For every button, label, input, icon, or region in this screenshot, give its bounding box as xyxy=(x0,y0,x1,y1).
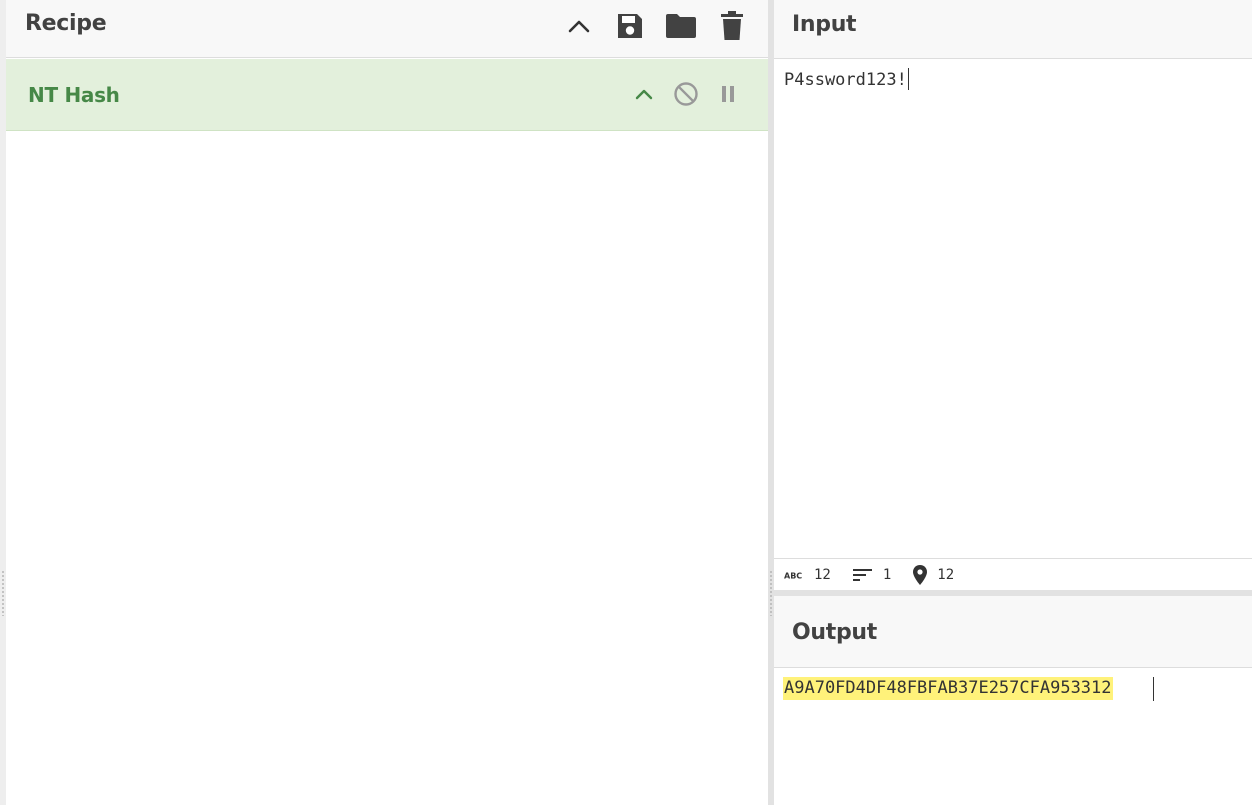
folder-icon xyxy=(666,14,696,38)
collapse-operation-button[interactable] xyxy=(628,78,660,110)
cyberchef-app: Recipe NT Hash Input P4ssword123! ABC 12… xyxy=(0,0,1252,805)
abc-icon: ABC xyxy=(784,571,802,580)
lines-icon xyxy=(852,568,872,581)
input-header: Input xyxy=(774,0,1252,59)
disable-icon xyxy=(674,82,698,106)
output-panel: Output A9A70FD4DF48FBFAB37E257CFA953312 xyxy=(774,596,1252,805)
position-stat: 12 xyxy=(913,564,955,585)
recipe-title: Recipe xyxy=(25,11,107,36)
output-text[interactable]: A9A70FD4DF48FBFAB37E257CFA953312 xyxy=(783,677,1113,700)
output-title: Output xyxy=(792,620,878,645)
input-title: Input xyxy=(792,12,857,37)
svg-text:ABC: ABC xyxy=(784,571,802,580)
pause-icon xyxy=(722,86,734,102)
length-stat: ABC 12 xyxy=(784,567,831,583)
output-caret xyxy=(1153,677,1154,701)
save-icon xyxy=(618,14,642,38)
load-recipe-button[interactable] xyxy=(663,8,699,44)
trash-icon xyxy=(721,11,743,40)
recipe-header-icons xyxy=(546,8,750,44)
divider-resize-grip[interactable] xyxy=(770,570,772,616)
input-text-value: P4ssword123! xyxy=(784,70,907,90)
recipe-operation-nt-hash[interactable]: NT Hash xyxy=(6,59,768,131)
breakpoint-operation-button[interactable] xyxy=(712,78,744,110)
disable-operation-button[interactable] xyxy=(670,78,702,110)
length-value: 12 xyxy=(814,566,831,583)
left-resize-grip[interactable] xyxy=(2,570,4,616)
recipe-header: Recipe xyxy=(6,0,768,58)
lines-value: 1 xyxy=(882,566,892,583)
save-recipe-button[interactable] xyxy=(612,8,648,44)
lines-stat: 1 xyxy=(852,566,892,583)
position-value: 12 xyxy=(937,566,955,583)
clear-recipe-button[interactable] xyxy=(714,8,750,44)
recipe-panel: Recipe NT Hash xyxy=(6,0,768,805)
chevron-up-icon xyxy=(635,89,653,100)
location-pin-icon xyxy=(913,564,928,585)
input-panel: Input P4ssword123! ABC 12 1 12 xyxy=(774,0,1252,590)
output-header: Output xyxy=(774,596,1252,668)
text-caret xyxy=(907,68,909,90)
chevron-up-icon xyxy=(568,20,590,33)
input-status-bar: ABC 12 1 12 xyxy=(774,558,1252,590)
collapse-recipe-button[interactable] xyxy=(561,8,597,44)
operation-controls xyxy=(618,78,744,110)
input-textarea[interactable]: P4ssword123! xyxy=(784,68,909,90)
operation-name: NT Hash xyxy=(28,83,120,107)
